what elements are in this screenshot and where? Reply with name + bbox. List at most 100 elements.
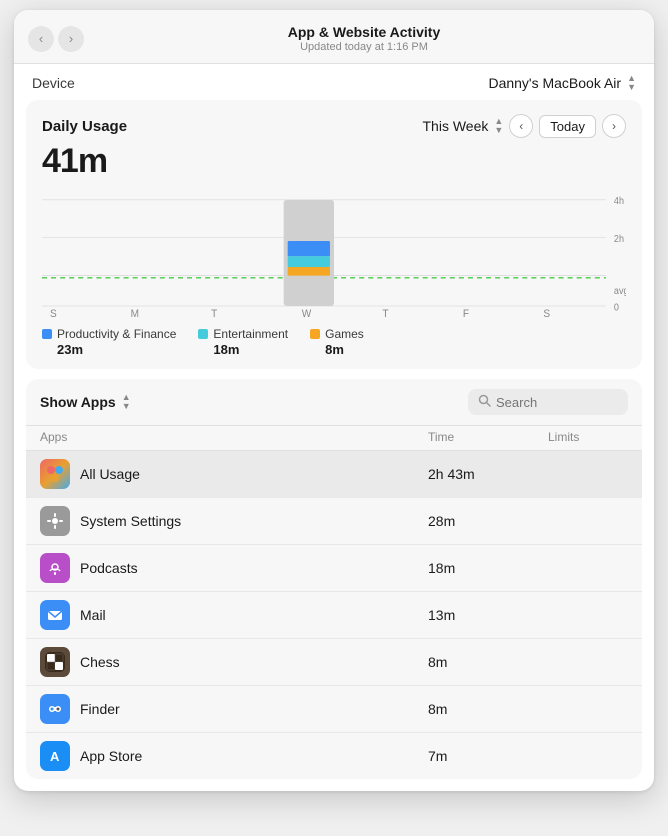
back-icon: ‹ <box>39 31 43 46</box>
svg-text:F: F <box>463 309 469 319</box>
app-name-system-settings: System Settings <box>80 513 181 529</box>
device-row: Device Danny's MacBook Air ▲▼ <box>14 64 654 100</box>
app-icon-app-store: A <box>40 741 70 771</box>
app-name-mail: Mail <box>80 607 106 623</box>
svg-text:4h: 4h <box>614 195 624 206</box>
app-name-podcasts: Podcasts <box>80 560 138 576</box>
table-row[interactable]: A App Store 7m <box>26 733 642 779</box>
device-selected: Danny's MacBook Air <box>488 75 621 91</box>
usage-chart: 4h 2h avg 0 S M T W T F S <box>42 189 626 319</box>
prev-week-icon: ‹ <box>519 119 523 133</box>
next-week-button[interactable]: › <box>602 114 626 138</box>
svg-text:A: A <box>50 749 60 764</box>
usage-title: Daily Usage <box>42 118 127 135</box>
app-time-podcasts: 18m <box>428 560 548 576</box>
today-button[interactable]: Today <box>539 115 596 138</box>
page-subtitle: Updated today at 1:16 PM <box>92 41 636 53</box>
col-apps: Apps <box>40 430 428 444</box>
app-cell-finder: Finder <box>40 694 428 724</box>
chart-legend: Productivity & Finance 23m Entertainment… <box>42 327 626 357</box>
app-time-mail: 13m <box>428 607 548 623</box>
legend-dot-productivity <box>42 329 52 339</box>
svg-text:T: T <box>382 309 389 319</box>
table-row[interactable]: Mail 13m <box>26 592 642 639</box>
legend-dot-entertainment <box>198 329 208 339</box>
week-controls: This Week ▲▼ ‹ Today › <box>423 114 627 138</box>
svg-text:2h: 2h <box>614 233 624 244</box>
forward-button[interactable]: › <box>58 26 84 52</box>
next-week-icon: › <box>612 119 616 133</box>
table-row[interactable]: Podcasts 18m <box>26 545 642 592</box>
svg-text:avg: avg <box>614 285 626 296</box>
back-button[interactable]: ‹ <box>28 26 54 52</box>
apps-header: Show Apps ▲▼ <box>26 379 642 425</box>
col-limits: Limits <box>548 430 628 444</box>
search-input[interactable] <box>496 395 618 410</box>
apps-section: Show Apps ▲▼ Apps Time Limits <box>26 379 642 779</box>
app-cell-app-store: A App Store <box>40 741 428 771</box>
titlebar-text: App & Website Activity Updated today at … <box>92 24 636 53</box>
page-title: App & Website Activity <box>92 24 636 40</box>
device-picker[interactable]: Danny's MacBook Air ▲▼ <box>488 74 636 92</box>
device-picker-arrows: ▲▼ <box>627 74 636 92</box>
main-window: ‹ › App & Website Activity Updated today… <box>14 10 654 791</box>
legend-time-games: 8m <box>310 342 364 357</box>
week-picker[interactable]: This Week ▲▼ <box>423 117 504 135</box>
search-icon <box>478 394 491 410</box>
svg-text:S: S <box>543 309 550 319</box>
app-name-chess: Chess <box>80 654 120 670</box>
table-header: Apps Time Limits <box>26 425 642 451</box>
prev-week-button[interactable]: ‹ <box>509 114 533 138</box>
legend-name-games: Games <box>325 327 364 341</box>
app-time-chess: 8m <box>428 654 548 670</box>
legend-name-productivity: Productivity & Finance <box>57 327 176 341</box>
svg-text:S: S <box>50 309 57 319</box>
app-name-all-usage: All Usage <box>80 466 140 482</box>
svg-text:T: T <box>211 309 218 319</box>
table-row[interactable]: All Usage 2h 43m <box>26 451 642 498</box>
legend-time-productivity: 23m <box>42 342 176 357</box>
nav-buttons: ‹ › <box>28 26 84 52</box>
app-icon-podcasts <box>40 553 70 583</box>
app-icon-system-settings <box>40 506 70 536</box>
app-time-all-usage: 2h 43m <box>428 466 548 482</box>
app-cell-system-settings: System Settings <box>40 506 428 536</box>
app-icon-chess <box>40 647 70 677</box>
app-time-system-settings: 28m <box>428 513 548 529</box>
show-apps-button[interactable]: Show Apps ▲▼ <box>40 393 131 411</box>
table-row[interactable]: Finder 8m <box>26 686 642 733</box>
table-row[interactable]: Chess 8m <box>26 639 642 686</box>
table-row[interactable]: System Settings 28m <box>26 498 642 545</box>
usage-header: Daily Usage This Week ▲▼ ‹ Today › <box>42 114 626 138</box>
svg-text:0: 0 <box>614 301 619 312</box>
svg-text:W: W <box>302 309 312 319</box>
app-time-app-store: 7m <box>428 748 548 764</box>
app-name-finder: Finder <box>80 701 120 717</box>
app-icon-finder <box>40 694 70 724</box>
app-name-app-store: App Store <box>80 748 142 764</box>
app-icon-all-usage <box>40 459 70 489</box>
svg-text:M: M <box>131 309 139 319</box>
usage-amount: 41m <box>42 142 626 181</box>
device-label: Device <box>32 75 75 91</box>
app-icon-mail <box>40 600 70 630</box>
app-cell-chess: Chess <box>40 647 428 677</box>
app-cell-podcasts: Podcasts <box>40 553 428 583</box>
usage-card: Daily Usage This Week ▲▼ ‹ Today › 41m <box>26 100 642 369</box>
week-label: This Week <box>423 118 489 134</box>
legend-item-games: Games 8m <box>310 327 364 357</box>
titlebar: ‹ › App & Website Activity Updated today… <box>14 10 654 64</box>
legend-item-entertainment: Entertainment 18m <box>198 327 288 357</box>
app-time-finder: 8m <box>428 701 548 717</box>
show-apps-label: Show Apps <box>40 394 116 410</box>
show-apps-arrows: ▲▼ <box>122 393 131 411</box>
week-picker-arrows: ▲▼ <box>494 117 503 135</box>
app-cell-all-usage: All Usage <box>40 459 428 489</box>
legend-time-entertainment: 18m <box>198 342 288 357</box>
forward-icon: › <box>69 31 73 46</box>
legend-name-entertainment: Entertainment <box>213 327 288 341</box>
legend-dot-games <box>310 329 320 339</box>
search-box[interactable] <box>468 389 628 415</box>
app-cell-mail: Mail <box>40 600 428 630</box>
chart-container: 4h 2h avg 0 S M T W T F S <box>42 189 626 319</box>
